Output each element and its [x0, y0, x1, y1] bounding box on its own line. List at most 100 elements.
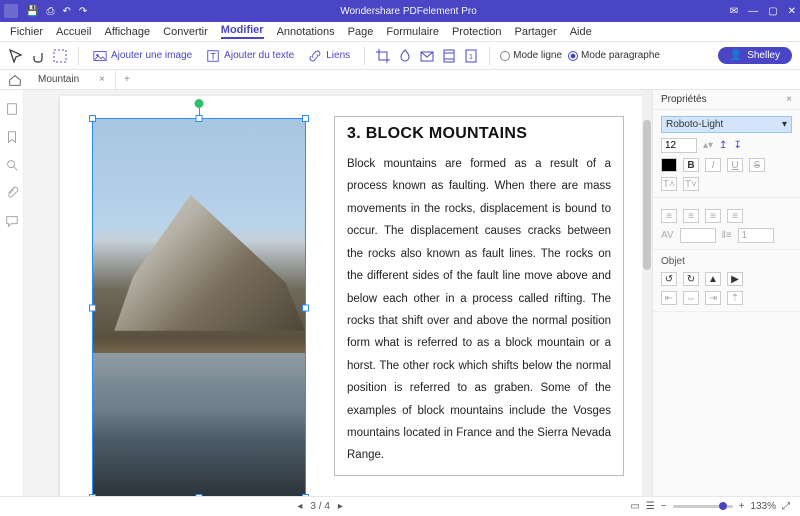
- crop-icon[interactable]: [375, 48, 391, 64]
- rotate-ccw-button[interactable]: ↺: [661, 272, 677, 286]
- home-icon[interactable]: [8, 73, 22, 87]
- obj-align-right-button[interactable]: ⇥: [705, 291, 721, 305]
- pdf-page: 3. BLOCK MOUNTAINS Block mountains are f…: [60, 96, 650, 496]
- align-justify-button[interactable]: ≡: [727, 209, 743, 223]
- mode-paragraph-radio[interactable]: Mode paragraphe: [568, 50, 660, 61]
- add-image-button[interactable]: Ajouter une image: [89, 47, 196, 65]
- resize-handle-br[interactable]: [302, 494, 309, 496]
- obj-align-center-button[interactable]: ⇔: [683, 291, 699, 305]
- selected-image[interactable]: [92, 118, 306, 496]
- increase-size-icon[interactable]: ↥: [719, 140, 727, 151]
- maximize-icon[interactable]: ▢: [768, 6, 777, 17]
- font-color-swatch[interactable]: [661, 158, 677, 172]
- subscript-button[interactable]: T˅: [683, 177, 699, 191]
- letter-spacing-input[interactable]: [680, 228, 716, 243]
- user-badge[interactable]: 👤Shelley: [718, 47, 792, 64]
- app-title: Wondershare PDFelement Pro: [87, 6, 730, 17]
- rotate-handle[interactable]: [195, 99, 204, 108]
- edit-object-icon[interactable]: [52, 48, 68, 64]
- document-canvas[interactable]: 3. BLOCK MOUNTAINS Block mountains are f…: [24, 90, 652, 496]
- print-icon[interactable]: ⎙: [46, 6, 54, 17]
- new-tab-button[interactable]: +: [116, 74, 138, 85]
- minimize-icon[interactable]: —: [748, 6, 758, 17]
- resize-handle-ml[interactable]: [89, 305, 96, 312]
- zoom-value[interactable]: 133%: [750, 501, 776, 512]
- mode-line-radio[interactable]: Mode ligne: [500, 50, 562, 61]
- resize-handle-tr[interactable]: [302, 115, 309, 122]
- menu-fichier[interactable]: Fichier: [10, 26, 43, 38]
- decrease-size-icon[interactable]: ↧: [733, 140, 741, 151]
- attachments-icon[interactable]: [5, 186, 19, 200]
- resize-handle-bm[interactable]: [196, 494, 203, 496]
- line-height-input[interactable]: [738, 228, 774, 243]
- menu-affichage[interactable]: Affichage: [104, 26, 150, 38]
- menu-page[interactable]: Page: [348, 26, 374, 38]
- resize-handle-mr[interactable]: [302, 305, 309, 312]
- zoom-out-icon[interactable]: −: [661, 501, 667, 512]
- menu-formulaire[interactable]: Formulaire: [386, 26, 439, 38]
- view-continuous-icon[interactable]: ☰: [646, 501, 655, 512]
- background-icon[interactable]: [419, 48, 435, 64]
- resize-handle-bl[interactable]: [89, 494, 96, 496]
- mail-icon[interactable]: ✉: [730, 6, 738, 17]
- menu-aide[interactable]: Aide: [570, 26, 592, 38]
- font-size-stepper[interactable]: ▴▾: [703, 140, 713, 151]
- bookmarks-icon[interactable]: [5, 130, 19, 144]
- obj-align-top-button[interactable]: ⇡: [727, 291, 743, 305]
- flip-horizontal-button[interactable]: ▲: [705, 272, 721, 286]
- menu-annotations[interactable]: Annotations: [277, 26, 335, 38]
- save-icon[interactable]: 💾: [26, 6, 38, 17]
- redo-icon[interactable]: ↷: [79, 6, 87, 17]
- next-page-icon[interactable]: ▸: [338, 501, 343, 512]
- font-family-select[interactable]: Roboto-Light▾: [661, 116, 792, 133]
- toolbar: Ajouter une image TAjouter du texte Lien…: [0, 42, 800, 70]
- strike-button[interactable]: S: [749, 158, 765, 172]
- page-indicator[interactable]: 3 / 4: [310, 501, 329, 512]
- font-size-input[interactable]: [661, 138, 697, 153]
- scroll-thumb[interactable]: [643, 120, 651, 270]
- obj-align-left-button[interactable]: ⇤: [661, 291, 677, 305]
- superscript-button[interactable]: T˄: [661, 177, 677, 191]
- link-button[interactable]: Liens: [304, 47, 354, 65]
- vertical-scrollbar[interactable]: [642, 90, 652, 496]
- undo-icon[interactable]: ↶: [62, 6, 70, 17]
- status-bar: ◂ 3 / 4 ▸ ▭ ☰ − + 133% ⤢: [0, 496, 800, 516]
- add-text-button[interactable]: TAjouter du texte: [202, 47, 298, 65]
- menu-modifier[interactable]: Modifier: [221, 24, 264, 39]
- menu-accueil[interactable]: Accueil: [56, 26, 91, 38]
- align-right-button[interactable]: ≡: [705, 209, 721, 223]
- bates-icon[interactable]: 1: [463, 48, 479, 64]
- prev-page-icon[interactable]: ◂: [297, 501, 302, 512]
- thumbnails-icon[interactable]: [5, 102, 19, 116]
- text-block[interactable]: 3. BLOCK MOUNTAINS Block mountains are f…: [334, 116, 624, 476]
- underline-button[interactable]: U: [727, 158, 743, 172]
- menu-partager[interactable]: Partager: [514, 26, 556, 38]
- menu-convertir[interactable]: Convertir: [163, 26, 208, 38]
- resize-handle-tm[interactable]: [196, 115, 203, 122]
- close-icon[interactable]: ✕: [788, 6, 796, 17]
- menu-protection[interactable]: Protection: [452, 26, 502, 38]
- tab-close-icon[interactable]: ×: [99, 74, 105, 85]
- select-tool-icon[interactable]: [8, 48, 24, 64]
- fit-page-icon[interactable]: ⤢: [782, 501, 790, 512]
- header-footer-icon[interactable]: [441, 48, 457, 64]
- bold-button[interactable]: B: [683, 158, 699, 172]
- hand-tool-icon[interactable]: [30, 48, 46, 64]
- align-left-button[interactable]: ≡: [661, 209, 677, 223]
- zoom-in-icon[interactable]: +: [739, 501, 745, 512]
- panel-close-icon[interactable]: ×: [786, 94, 792, 105]
- align-center-button[interactable]: ≡: [683, 209, 699, 223]
- comments-icon[interactable]: [5, 214, 19, 228]
- zoom-slider[interactable]: [673, 505, 733, 508]
- rotate-cw-button[interactable]: ↻: [683, 272, 699, 286]
- view-single-icon[interactable]: ▭: [630, 501, 639, 512]
- resize-handle-tl[interactable]: [89, 115, 96, 122]
- tab-mountain[interactable]: Mountain ×: [28, 70, 116, 89]
- mountain-photo: [93, 119, 305, 496]
- italic-button[interactable]: I: [705, 158, 721, 172]
- doc-heading: 3. BLOCK MOUNTAINS: [347, 125, 611, 143]
- search-rail-icon[interactable]: [5, 158, 19, 172]
- watermark-icon[interactable]: [397, 48, 413, 64]
- doc-body: Block mountains are formed as a result o…: [347, 153, 611, 467]
- flip-vertical-button[interactable]: ▶: [727, 272, 743, 286]
